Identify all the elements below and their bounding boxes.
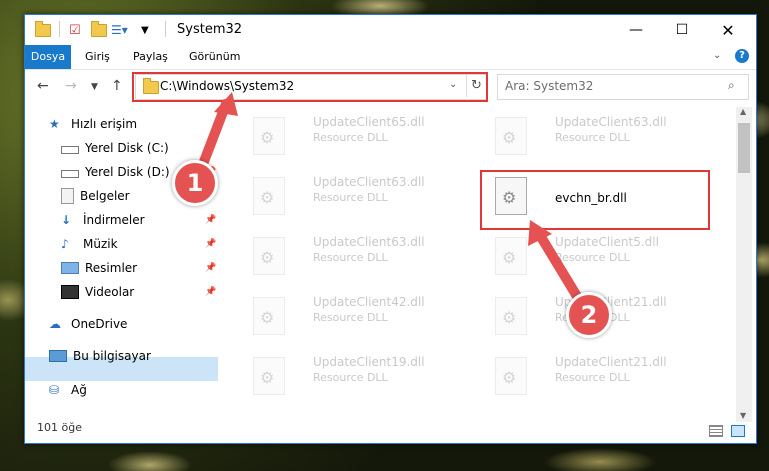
annotation-arrows	[195, 92, 583, 303]
step-1-badge: 1	[172, 160, 218, 206]
step-2-badge: 2	[566, 292, 612, 338]
arrow-2	[528, 220, 583, 303]
arrow-1	[195, 92, 238, 177]
